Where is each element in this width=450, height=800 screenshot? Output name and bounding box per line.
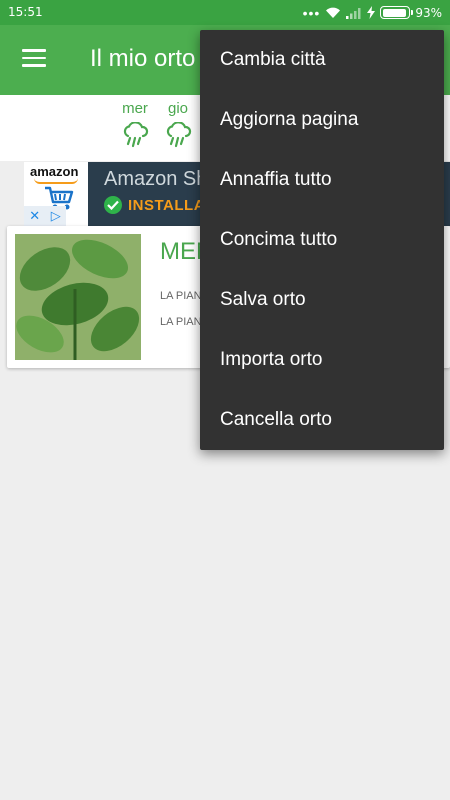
more-notifications-icon: ••• bbox=[302, 4, 321, 21]
status-bar: 15:51 ••• 93% bbox=[0, 0, 450, 25]
menu-item-cancella-orto[interactable]: Cancella orto bbox=[200, 390, 444, 450]
battery-percent: 93% bbox=[415, 5, 442, 20]
rain-cloud-icon bbox=[123, 122, 149, 148]
menu-item-concima-tutto[interactable]: Concima tutto bbox=[200, 210, 444, 270]
battery-icon bbox=[380, 6, 414, 19]
menu-item-salva-orto[interactable]: Salva orto bbox=[200, 270, 444, 330]
rain-cloud-icon bbox=[166, 122, 192, 148]
app-title: Il mio orto bbox=[90, 45, 196, 72]
close-icon[interactable]: ✕ bbox=[29, 208, 40, 224]
forecast-day[interactable]: gio bbox=[158, 100, 198, 148]
forecast-day-label: gio bbox=[167, 100, 189, 117]
menu-item-cambia-citta[interactable]: Cambia città bbox=[200, 30, 444, 90]
status-icons: ••• 93% bbox=[303, 4, 442, 21]
amazon-logo-text: amazon bbox=[30, 164, 79, 179]
plant-image bbox=[15, 234, 141, 360]
ad-install-button[interactable]: INSTALLA bbox=[104, 196, 205, 214]
charging-icon bbox=[367, 6, 376, 19]
wifi-icon bbox=[326, 7, 341, 19]
menu-icon[interactable] bbox=[22, 49, 48, 69]
forecast-day[interactable]: mer bbox=[115, 100, 155, 148]
menu-item-annaffia-tutto[interactable]: Annaffia tutto bbox=[200, 150, 444, 210]
ad-choices[interactable]: ✕ ▷ bbox=[24, 206, 66, 226]
menu-item-importa-orto[interactable]: Importa orto bbox=[200, 330, 444, 390]
ad-install-label: INSTALLA bbox=[128, 196, 206, 214]
check-icon bbox=[104, 196, 122, 214]
overflow-menu: Cambia città Aggiorna pagina Annaffia tu… bbox=[200, 30, 444, 450]
forecast-day-label: mer bbox=[122, 100, 148, 117]
adchoices-icon[interactable]: ▷ bbox=[51, 208, 61, 224]
signal-icon bbox=[346, 7, 361, 19]
menu-item-aggiorna-pagina[interactable]: Aggiorna pagina bbox=[200, 90, 444, 150]
status-time: 15:51 bbox=[8, 5, 43, 19]
